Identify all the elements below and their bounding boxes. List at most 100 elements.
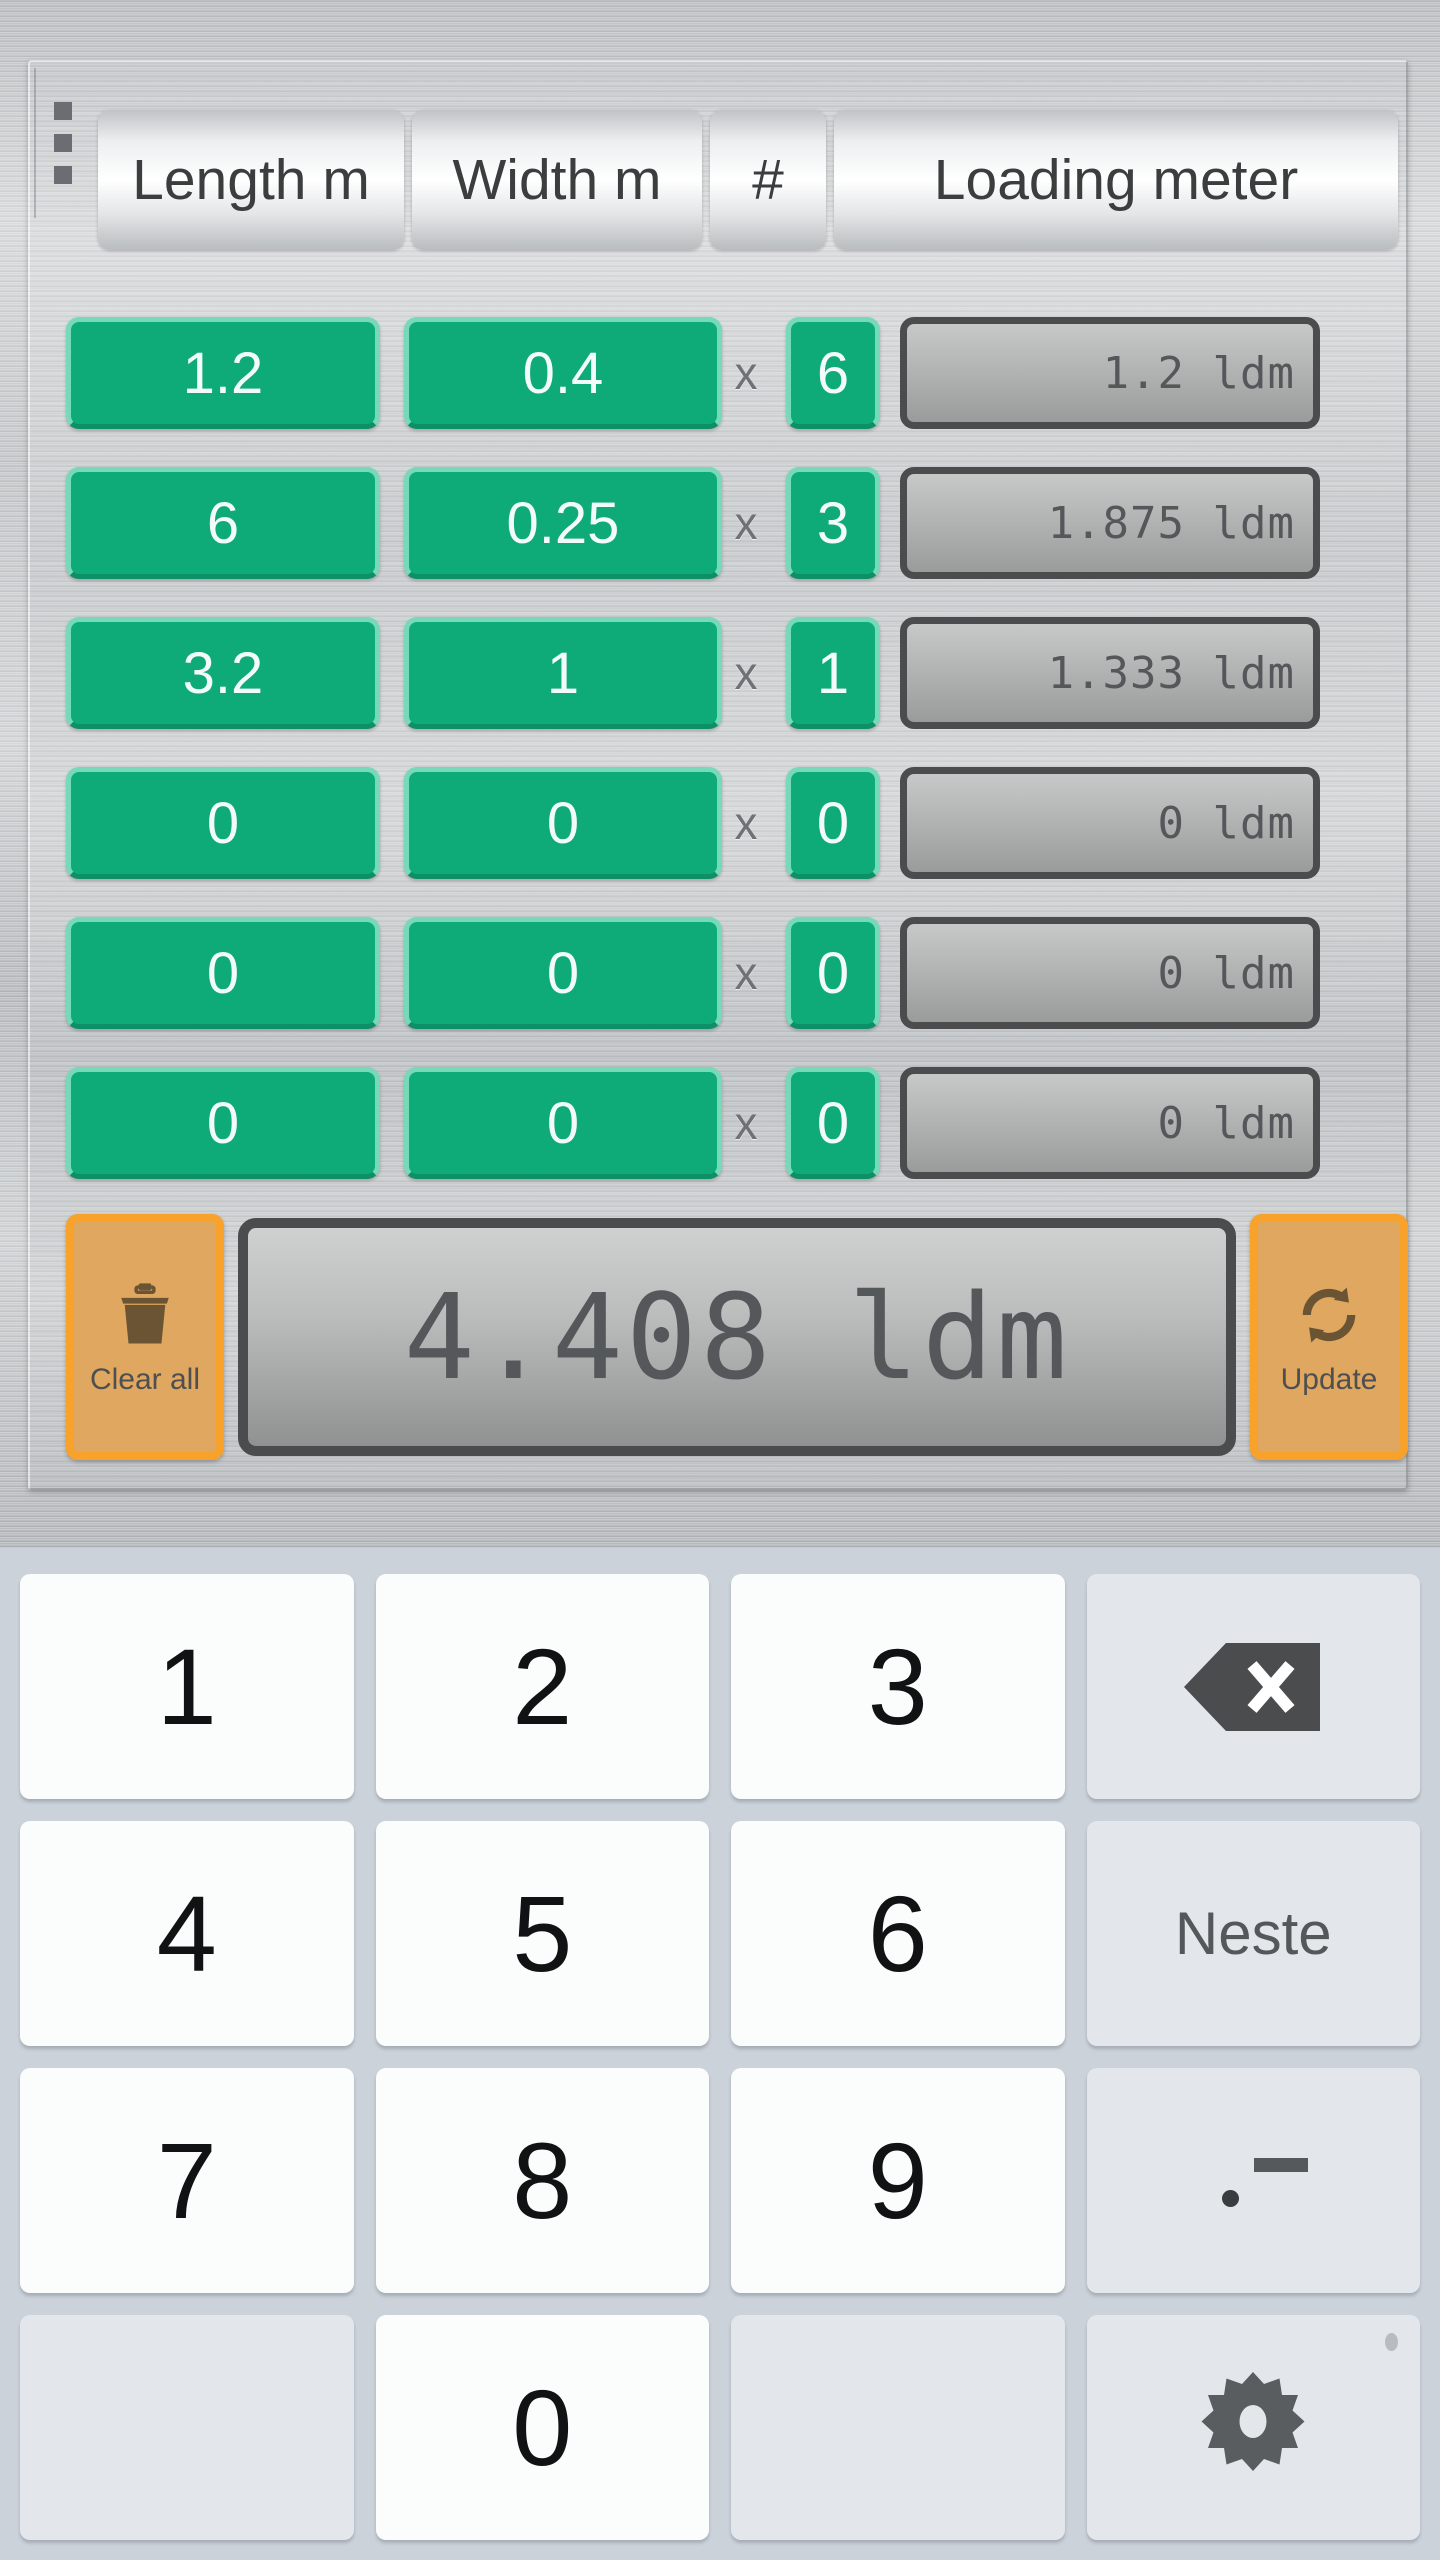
key-dot-dash[interactable]: [1086, 2068, 1420, 2293]
three-dots-vertical-icon-dot-1: [54, 102, 72, 120]
result-display-2: 1.875 ldm: [900, 467, 1320, 579]
header-length-label: Length m: [132, 148, 370, 212]
length-input-3[interactable]: 3.2: [66, 617, 380, 729]
three-dots-vertical-icon-dot-2: [54, 134, 72, 152]
key-4-label: 4: [156, 1873, 217, 1994]
count-input-2[interactable]: 3: [786, 467, 880, 579]
multiply-symbol-5: x: [734, 947, 758, 999]
header-length[interactable]: Length m: [98, 110, 404, 250]
key-9[interactable]: 9: [731, 2068, 1065, 2293]
result-value-5: 0 ldm: [1157, 947, 1295, 999]
result-value-6: 0 ldm: [1157, 1097, 1295, 1149]
key-settings[interactable]: [1086, 2315, 1420, 2540]
result-value-3: 1.333 ldm: [1047, 647, 1295, 699]
dot-glyph: [1222, 2189, 1240, 2207]
clear-all-label: Clear all: [89, 1363, 201, 1396]
length-input-4[interactable]: 0: [66, 767, 380, 879]
length-value-3: 3.2: [182, 640, 264, 706]
count-input-1[interactable]: 6: [786, 317, 880, 429]
width-value-1: 0.4: [522, 340, 604, 406]
width-value-2: 0.25: [506, 490, 620, 556]
count-value-1: 6: [816, 340, 850, 406]
key-1-label: 1: [156, 1626, 217, 1747]
length-value-4: 0: [206, 790, 240, 856]
dot-dash-icon: [1198, 2146, 1309, 2216]
count-input-3[interactable]: 1: [786, 617, 880, 729]
length-input-1[interactable]: 1.2: [66, 317, 380, 429]
settings-indicator-dot: [1385, 2333, 1398, 2351]
key-2-label: 2: [512, 1626, 573, 1747]
width-input-5[interactable]: 0: [404, 917, 722, 1029]
clear-all-button[interactable]: Clear all: [66, 1214, 224, 1460]
backspace-icon: [1184, 1642, 1321, 1731]
total-value: 4.408 ldm: [403, 1268, 1071, 1406]
header-loading-meter-label: Loading meter: [933, 148, 1299, 212]
key-next[interactable]: Neste: [1086, 1821, 1420, 2046]
overflow-menu-button[interactable]: [34, 68, 90, 218]
width-value-3: 1: [546, 640, 580, 706]
width-value-5: 0: [546, 940, 580, 1006]
header-width[interactable]: Width m: [412, 110, 702, 250]
header-count[interactable]: #: [710, 110, 826, 250]
multiply-symbol-3: x: [734, 647, 758, 699]
key-blank-left[interactable]: [20, 2315, 354, 2540]
count-value-5: 0: [816, 940, 850, 1006]
result-display-5: 0 ldm: [900, 917, 1320, 1029]
key-2[interactable]: 2: [375, 1574, 709, 1799]
result-value-2: 1.875 ldm: [1047, 497, 1295, 549]
length-value-1: 1.2: [182, 340, 264, 406]
key-5[interactable]: 5: [375, 1821, 709, 2046]
multiply-symbol-4: x: [734, 797, 758, 849]
key-0-label: 0: [512, 2367, 573, 2488]
gear-icon: [1201, 2371, 1305, 2471]
count-input-5[interactable]: 0: [786, 917, 880, 1029]
dash-glyph: [1254, 2157, 1309, 2172]
result-display-6: 0 ldm: [900, 1067, 1320, 1179]
key-8[interactable]: 8: [375, 2068, 709, 2293]
width-input-4[interactable]: 0: [404, 767, 722, 879]
key-4[interactable]: 4: [20, 1821, 354, 2046]
result-value-1: 1.2 ldm: [1102, 347, 1295, 399]
table-row: 0 0 x 0 0 ldm: [66, 1048, 1408, 1198]
key-7[interactable]: 7: [20, 2068, 354, 2293]
key-3[interactable]: 3: [731, 1574, 1065, 1799]
width-input-6[interactable]: 0: [404, 1067, 722, 1179]
update-label: Update: [1280, 1363, 1378, 1396]
header-loading-meter[interactable]: Loading meter: [834, 110, 1398, 250]
length-input-2[interactable]: 6: [66, 467, 380, 579]
multiply-symbol-1: x: [734, 347, 758, 399]
rows-container: 1.2 0.4 x 6 1.2 ldm 6 0.25 x 3 1.875 ldm…: [66, 298, 1408, 1198]
key-blank-right[interactable]: [731, 2315, 1065, 2540]
update-button[interactable]: Update: [1250, 1214, 1408, 1460]
width-value-4: 0: [546, 790, 580, 856]
table-row: 0 0 x 0 0 ldm: [66, 898, 1408, 1048]
count-input-4[interactable]: 0: [786, 767, 880, 879]
key-backspace[interactable]: [1086, 1574, 1420, 1799]
width-input-3[interactable]: 1: [404, 617, 722, 729]
length-input-5[interactable]: 0: [66, 917, 380, 1029]
result-display-3: 1.333 ldm: [900, 617, 1320, 729]
numeric-keyboard: 1 2 3 4 5 6 Neste 7 8 9 0: [0, 1548, 1440, 2560]
table-row: 0 0 x 0 0 ldm: [66, 748, 1408, 898]
count-value-2: 3: [816, 490, 850, 556]
width-input-1[interactable]: 0.4: [404, 317, 722, 429]
key-1[interactable]: 1: [20, 1574, 354, 1799]
count-input-6[interactable]: 0: [786, 1067, 880, 1179]
result-display-4: 0 ldm: [900, 767, 1320, 879]
refresh-icon: [1302, 1287, 1356, 1343]
count-value-6: 0: [816, 1090, 850, 1156]
column-headers: Length m Width m # Loading meter: [98, 110, 1398, 250]
width-input-2[interactable]: 0.25: [404, 467, 722, 579]
header-count-label: #: [752, 148, 784, 212]
key-6[interactable]: 6: [731, 1821, 1065, 2046]
count-value-3: 1: [816, 640, 850, 706]
key-9-label: 9: [867, 2120, 928, 2241]
key-8-label: 8: [512, 2120, 573, 2241]
length-value-2: 6: [206, 490, 240, 556]
calculator-panel: Length m Width m # Loading meter 1.2 0.4…: [28, 60, 1408, 1490]
key-0[interactable]: 0: [375, 2315, 709, 2540]
key-next-label: Neste: [1174, 1900, 1332, 1967]
bottom-action-bar: Clear all 4.408 ldm Update: [66, 1210, 1408, 1464]
app-metal-background: Length m Width m # Loading meter 1.2 0.4…: [0, 0, 1440, 1548]
length-input-6[interactable]: 0: [66, 1067, 380, 1179]
